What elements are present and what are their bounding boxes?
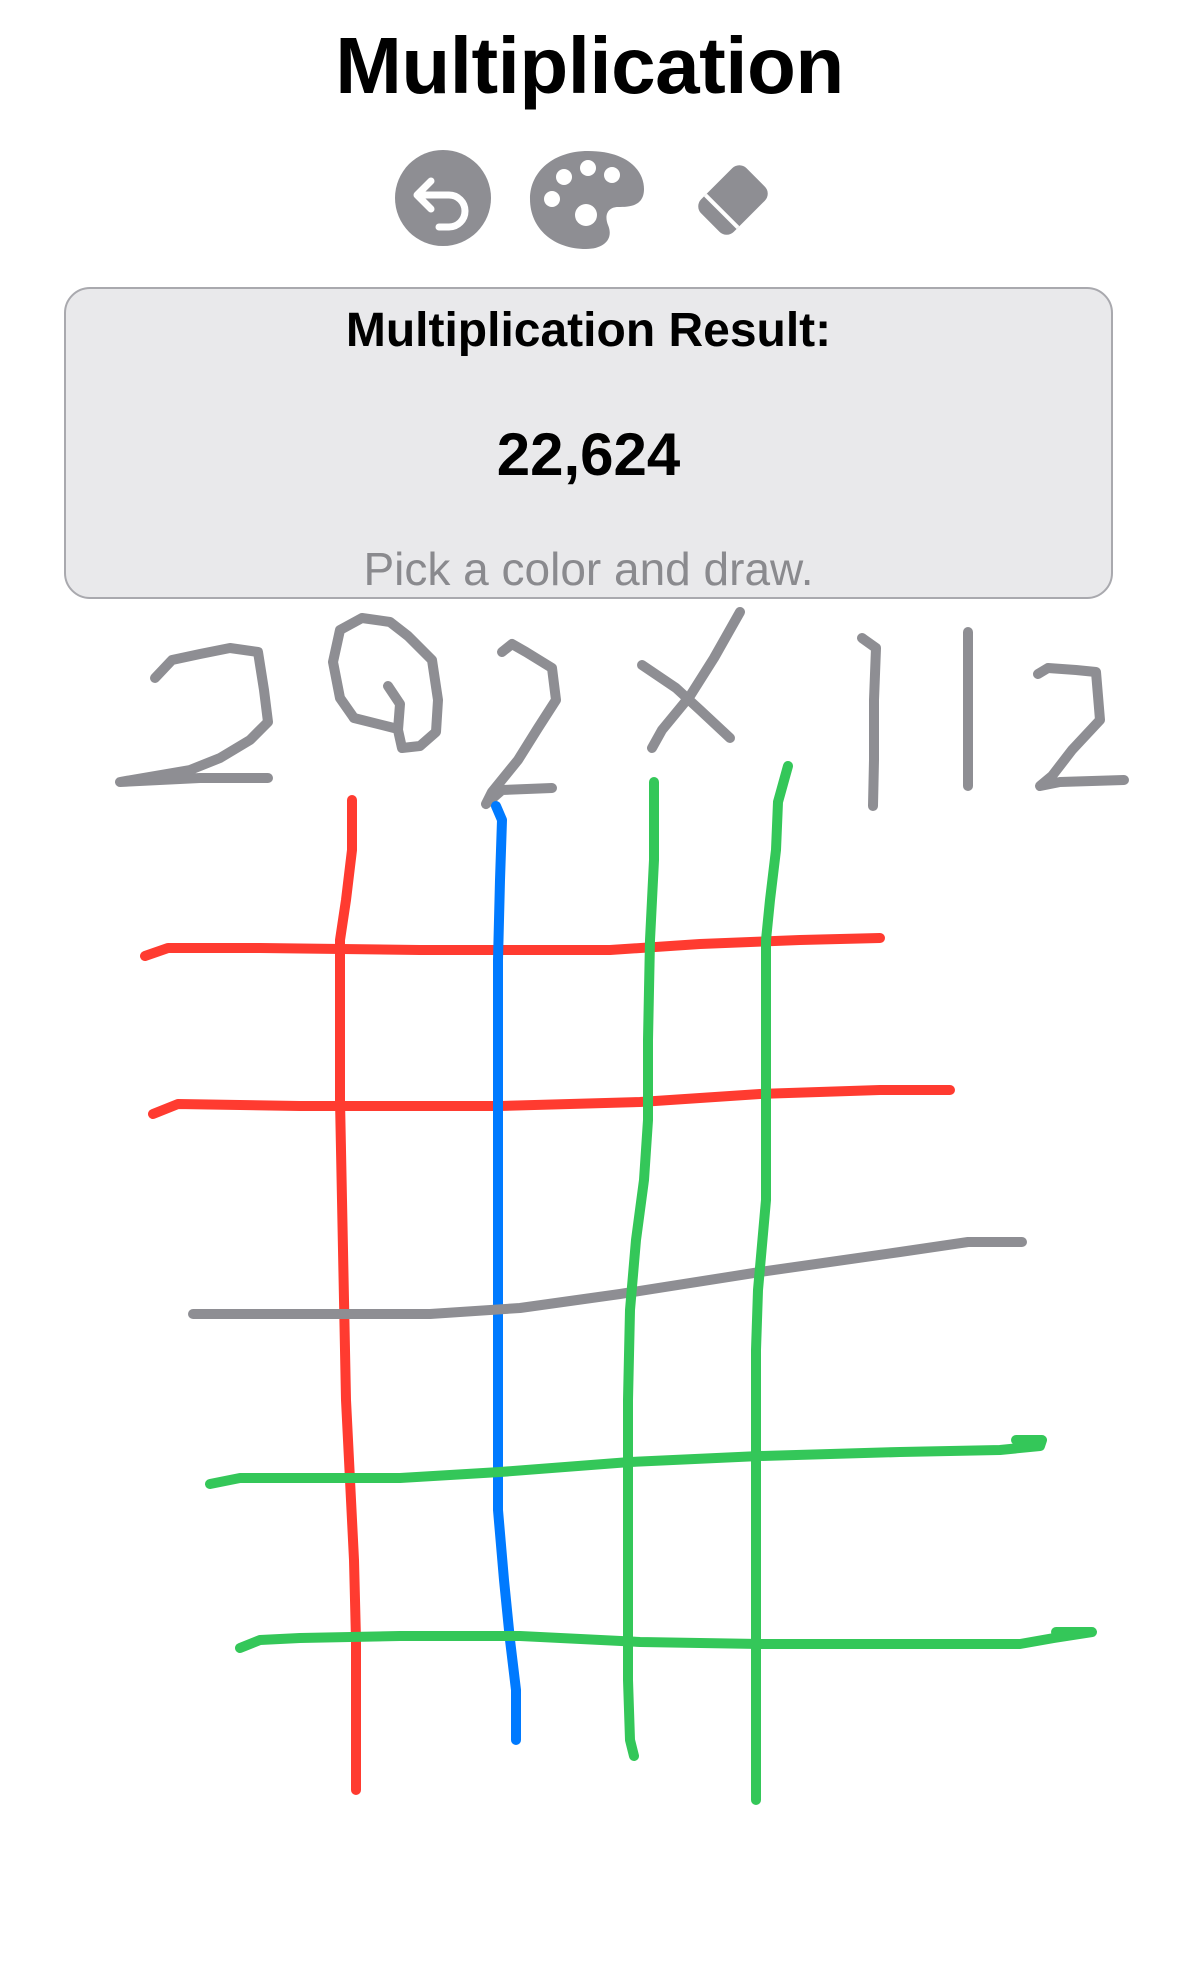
page-title: Multiplication [335,21,844,110]
result-value: 22,624 [496,421,681,488]
drawing-toolbar [0,145,1179,255]
undo-arrow-icon [395,150,491,246]
drawing-canvas[interactable] [0,600,1179,1967]
color-palette-icon [530,151,644,249]
result-heading: Multiplication Result: [345,304,832,357]
result-card: Multiplication Result: 22,624 Pick a col… [64,287,1113,599]
drawing-hint: Pick a color and draw. [363,543,814,595]
eraser-button[interactable] [683,145,783,255]
eraser-icon [698,165,768,235]
color-palette-button[interactable] [528,145,646,255]
undo-button[interactable] [393,145,493,255]
